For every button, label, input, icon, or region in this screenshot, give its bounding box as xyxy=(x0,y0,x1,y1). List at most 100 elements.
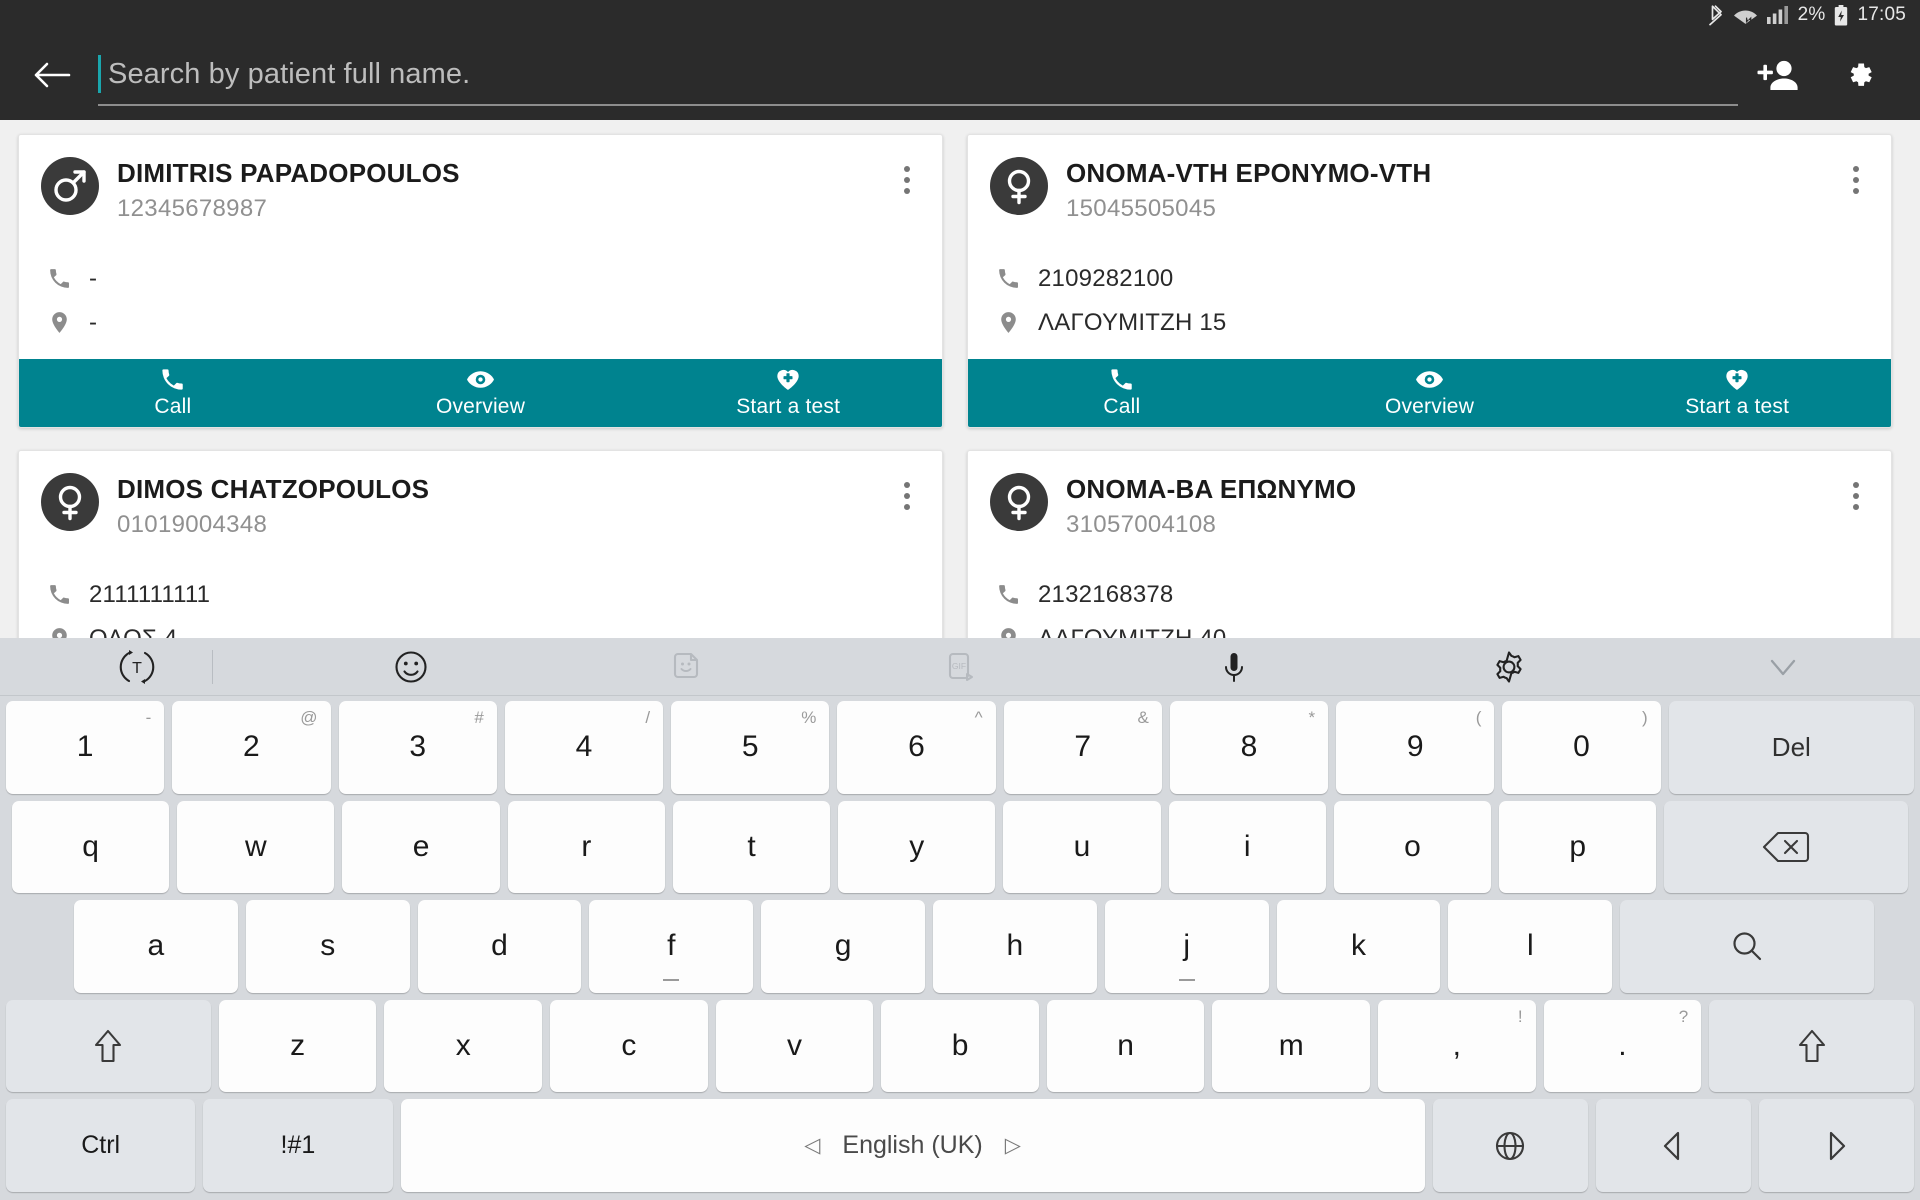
key-0[interactable]: 0) xyxy=(1502,701,1661,794)
patient-card[interactable]: DIMOS CHATZOPOULOS 01019004348 211111111… xyxy=(18,449,943,638)
text-cursor xyxy=(98,55,101,93)
key-comma[interactable]: ,! xyxy=(1378,999,1536,1093)
settings-button[interactable] xyxy=(1838,52,1884,98)
key-z[interactable]: z xyxy=(218,999,377,1093)
key-delete[interactable]: Del xyxy=(1668,701,1914,794)
key-k[interactable]: k xyxy=(1276,900,1441,993)
key-symbols[interactable]: !#1 xyxy=(203,1099,393,1192)
phone-icon xyxy=(996,582,1038,607)
key-cursor-left[interactable] xyxy=(1595,1099,1751,1192)
key-main-label: 1 xyxy=(76,730,94,764)
space-inner: ◁ English (UK) ▷ xyxy=(804,1131,1021,1160)
key-e[interactable]: e xyxy=(342,800,500,894)
patient-action-bar: Call Overview Start a test xyxy=(968,358,1891,427)
key-n[interactable]: n xyxy=(1046,999,1205,1093)
cursor-left-icon xyxy=(1664,1131,1680,1160)
key-7[interactable]: 7 & xyxy=(1003,701,1162,794)
key-sub-label: ? xyxy=(1678,1006,1689,1026)
key-language-globe[interactable] xyxy=(1432,1099,1588,1192)
key-period[interactable]: .? xyxy=(1543,999,1702,1093)
key-v[interactable]: v xyxy=(715,999,874,1093)
patient-header: DIMOS CHATZOPOULOS 01019004348 xyxy=(41,472,920,539)
call-button[interactable]: Call xyxy=(19,359,327,427)
key-2[interactable]: 2 @ xyxy=(172,701,331,794)
key-y[interactable]: y xyxy=(838,800,996,894)
key-q[interactable]: q xyxy=(12,800,170,894)
key-l[interactable]: l xyxy=(1448,900,1613,993)
key-sub-label: & xyxy=(1137,708,1149,727)
key-search-enter[interactable] xyxy=(1620,900,1875,993)
key-t[interactable]: t xyxy=(672,800,831,894)
back-button[interactable] xyxy=(24,47,80,103)
key-main-label: 5 xyxy=(741,730,759,764)
patient-contact-info: 2132168378 ΛΑΓΟΥΜΙΤΖΗ 40 xyxy=(990,573,1869,638)
key-cursor-right[interactable] xyxy=(1758,1099,1915,1192)
voice-input-button[interactable] xyxy=(1097,647,1371,687)
patient-card[interactable]: DIMITRIS PAPADOPOULOS 12345678987 - - Ca… xyxy=(18,134,943,428)
key-s[interactable]: s xyxy=(245,900,410,993)
translate-button[interactable]: T xyxy=(0,647,274,687)
key-a[interactable]: a xyxy=(74,900,238,993)
start-test-button[interactable]: Start a test xyxy=(1583,359,1891,427)
patient-list[interactable]: DIMITRIS PAPADOPOULOS 12345678987 - - Ca… xyxy=(0,120,1920,638)
key-5[interactable]: 5% xyxy=(671,701,830,794)
key-g[interactable]: g xyxy=(761,900,925,993)
prev-language-arrow-icon[interactable]: ◁ xyxy=(804,1133,820,1158)
female-gender-icon xyxy=(1007,485,1031,521)
key-j[interactable]: j xyxy=(1104,900,1269,993)
key-shift-right[interactable] xyxy=(1709,999,1915,1093)
collapse-keyboard-button[interactable] xyxy=(1646,652,1920,682)
key-6[interactable]: 6 ^ xyxy=(837,701,996,794)
keyboard-rows: 1- 2 @ 3 # 4/ 5% 6 ^ 7 & 8 * 9( 0) Del q w e … xyxy=(0,696,1920,1200)
key-w[interactable]: w xyxy=(177,800,335,894)
key-f[interactable]: f xyxy=(589,900,754,993)
overview-button[interactable]: Overview xyxy=(327,359,635,427)
patient-overflow-menu-button[interactable] xyxy=(1839,473,1873,519)
key-main-label: c xyxy=(621,1029,637,1063)
clock-label: 17:05 xyxy=(1857,4,1906,25)
key-ctrl[interactable]: Ctrl xyxy=(6,1099,196,1192)
key-p[interactable]: p xyxy=(1499,800,1657,894)
sticker-button[interactable] xyxy=(549,647,823,687)
key-shift-left[interactable] xyxy=(6,999,211,1093)
key-backspace[interactable] xyxy=(1664,800,1909,894)
patient-overflow-menu-button[interactable] xyxy=(1839,157,1873,203)
next-language-arrow-icon[interactable]: ▷ xyxy=(1005,1133,1021,1158)
on-screen-keyboard[interactable]: T GIF 1 - 2 @ 3 # 4 / 5 % 6 ^ 7 & 8 * 9 … xyxy=(0,638,1920,1200)
key-b[interactable]: b xyxy=(881,999,1039,1093)
key-space[interactable]: ◁ English (UK) ▷ xyxy=(400,1099,1425,1192)
key-x[interactable]: x xyxy=(384,999,543,1093)
patient-overflow-menu-button[interactable] xyxy=(890,157,924,203)
key-m[interactable]: m xyxy=(1212,999,1371,1093)
key-8[interactable]: 8 * xyxy=(1169,701,1329,794)
key-d[interactable]: d xyxy=(417,900,582,993)
patient-id: 15045505045 xyxy=(1066,194,1217,222)
key-o[interactable]: o xyxy=(1333,800,1492,894)
add-patient-button[interactable] xyxy=(1756,52,1802,98)
start-test-button[interactable]: Start a test xyxy=(634,359,942,427)
dot xyxy=(904,481,910,488)
patient-overflow-menu-button[interactable] xyxy=(890,473,924,519)
call-button[interactable]: Call xyxy=(968,359,1276,427)
key-3[interactable]: 3 # xyxy=(338,701,497,794)
gif-button[interactable]: GIF xyxy=(823,647,1097,687)
patient-card[interactable]: ONOMA-BA ΕΠΩΝΥΜΟ 31057004108 2132168378 xyxy=(967,449,1892,638)
key-u[interactable]: u xyxy=(1003,800,1161,894)
keyboard-settings-button[interactable] xyxy=(1371,647,1645,687)
key-i[interactable]: i xyxy=(1168,800,1326,894)
overview-button[interactable]: Overview xyxy=(1276,359,1584,427)
location-pin-icon xyxy=(996,626,1038,638)
patient-card-body: ONOMA-VTH EPONYMO-VTH 15045505045 210928… xyxy=(968,135,1891,359)
key-h[interactable]: h xyxy=(932,900,1097,993)
key-r[interactable]: r xyxy=(507,800,665,894)
search-field[interactable]: Search by patient full name. xyxy=(98,44,1738,106)
patient-identity: ONOMA-VTH EPONYMO-VTH 15045505045 xyxy=(1066,157,1431,223)
emoji-button[interactable] xyxy=(274,647,548,687)
key-4[interactable]: 4/ xyxy=(504,701,664,794)
gif-icon: GIF xyxy=(948,652,973,681)
key-1[interactable]: 1- xyxy=(6,701,165,794)
key-c[interactable]: c xyxy=(550,999,708,1093)
patient-phone-row: 2109282100 xyxy=(990,257,1869,301)
key-9[interactable]: 9( xyxy=(1336,701,1495,794)
patient-card[interactable]: ONOMA-VTH EPONYMO-VTH 15045505045 210928… xyxy=(967,134,1892,428)
